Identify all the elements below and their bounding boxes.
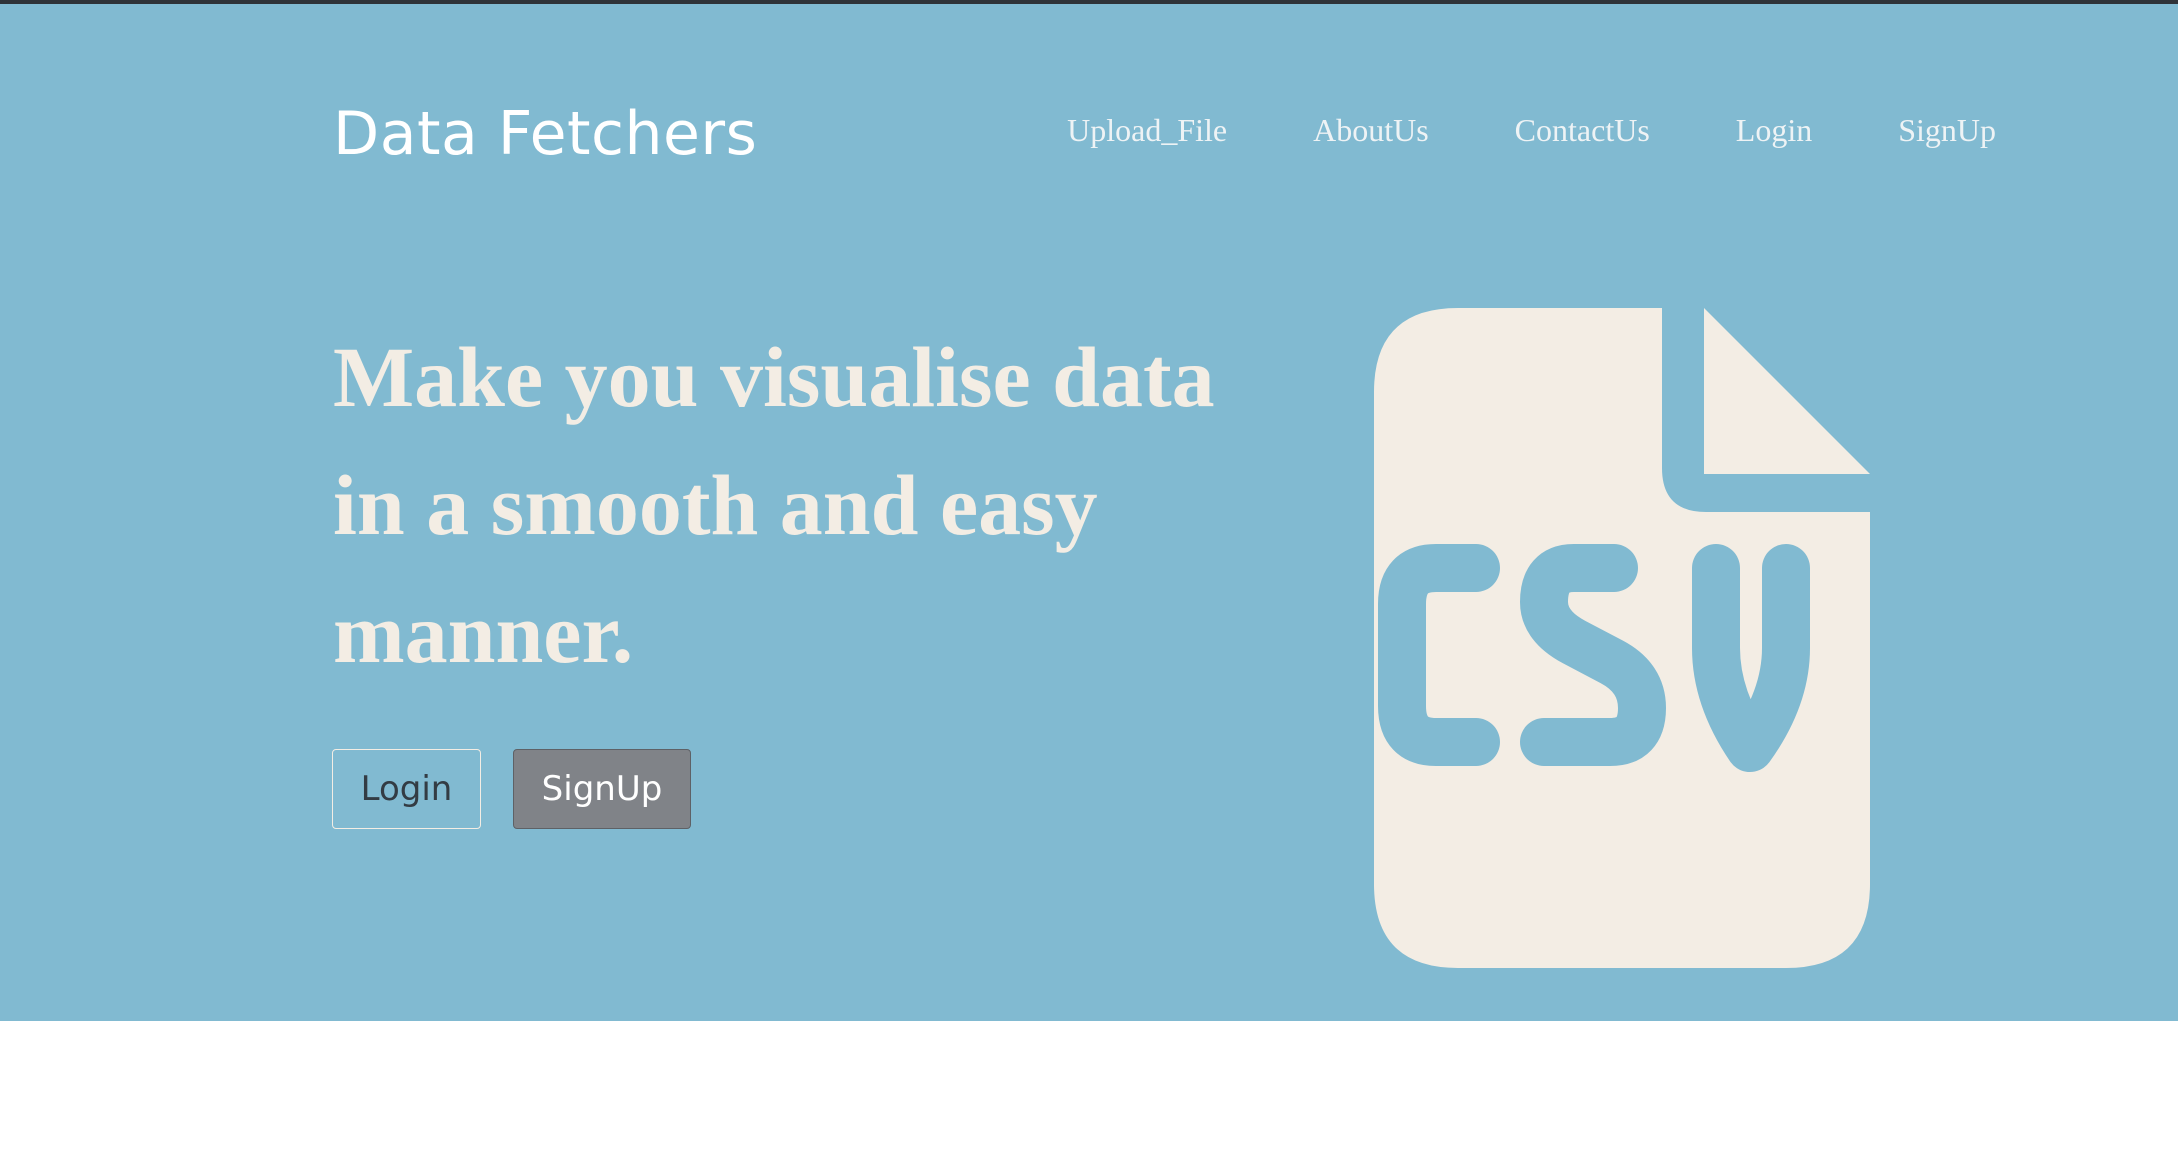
nav-upload-file[interactable]: Upload_File <box>1067 106 1227 154</box>
nav-login[interactable]: Login <box>1736 106 1812 154</box>
signup-button[interactable]: SignUp <box>513 749 691 829</box>
login-button[interactable]: Login <box>332 749 481 829</box>
csv-file-icon <box>1374 308 1870 968</box>
hero-section: Data Fetchers Upload_File AboutUs Contac… <box>0 4 2178 1021</box>
hero-headline: Make you visualise data in a smooth and … <box>333 329 1215 681</box>
nav-signup[interactable]: SignUp <box>1898 106 1996 154</box>
nav-contact-us[interactable]: ContactUs <box>1515 106 1650 154</box>
nav-about-us[interactable]: AboutUs <box>1313 106 1429 154</box>
main-nav: Upload_File AboutUs ContactUs Login Sign… <box>1067 106 1996 154</box>
brand-logo[interactable]: Data Fetchers <box>333 92 757 176</box>
